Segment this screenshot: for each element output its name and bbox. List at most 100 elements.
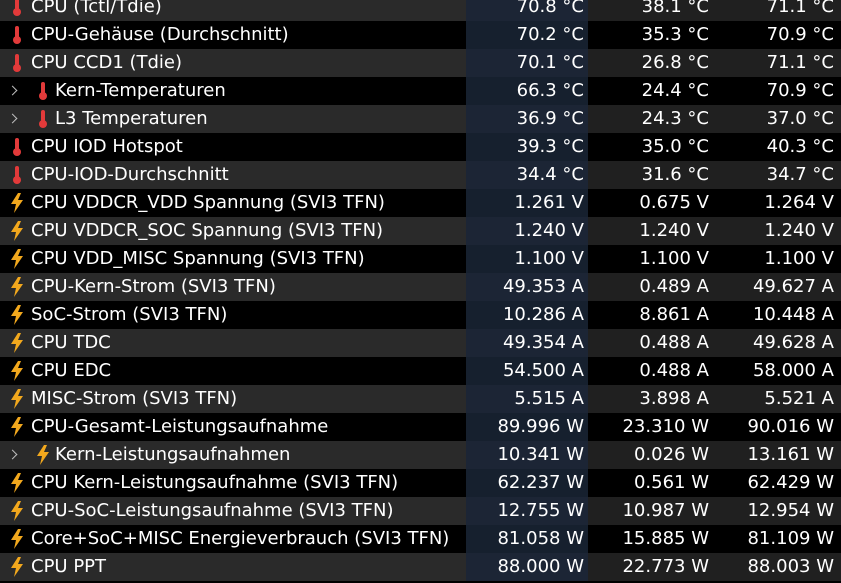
thermometer-icon [10, 133, 24, 161]
sensor-row[interactable]: CPU EDC 54.500 A 0.488 A 58.000 A [0, 357, 841, 385]
bolt-icon [10, 329, 24, 357]
sensor-row[interactable]: CPU IOD Hotspot 39.3 °C 35.0 °C 40.3 °C [0, 133, 841, 161]
sensor-label: Kern-Temperaturen [55, 80, 226, 101]
sensor-label-cell: CPU VDD_MISC Spannung (SVI3 TFN) [0, 245, 466, 273]
maximum-value: 13.161 W [747, 444, 834, 465]
sensor-label: CPU PPT [31, 556, 107, 577]
sensor-label: CPU-Gehäuse (Durchschnitt) [31, 24, 289, 45]
sensor-row[interactable]: SoC-Strom (SVI3 TFN) 10.286 A 8.861 A 10.44… [0, 301, 841, 329]
sensor-row[interactable]: CPU (Tctl/Tdie) 70.8 °C 38.1 °C 71.1 °C [0, 0, 841, 21]
thermometer-icon [10, 0, 24, 21]
sensor-label-cell: CPU-SoC-Leistungsaufnahme (SVI3 TFN) [0, 497, 466, 525]
thermometer-icon [10, 21, 24, 49]
current-value: 88.000 W [497, 556, 584, 577]
sensor-row[interactable]: MISC-Strom (SVI3 TFN) 5.515 A 3.898 A 5.521… [0, 385, 841, 413]
current-value: 70.8 °C [516, 0, 584, 17]
sensor-label: Kern-Leistungsaufnahmen [55, 444, 291, 465]
sensor-label-cell: SoC-Strom (SVI3 TFN) [0, 301, 466, 329]
sensor-label-cell: CPU-Gehäuse (Durchschnitt) [0, 21, 466, 49]
sensor-row[interactable]: CPU-Gehäuse (Durchschnitt) 70.2 °C 35.3 °C… [0, 21, 841, 49]
expand-chevron-icon[interactable] [6, 441, 20, 469]
sensor-row[interactable]: Kern-Leistungsaufnahmen 10.341 W 0.026 W 13… [0, 441, 841, 469]
bolt-icon [10, 413, 24, 441]
sensor-row[interactable]: CPU CCD1 (Tdie) 70.1 °C 26.8 °C 71.1 °C [0, 49, 841, 77]
maximum-value: 90.016 W [747, 416, 834, 437]
bolt-icon [10, 273, 24, 301]
sensor-row[interactable]: CPU-Kern-Strom (SVI3 TFN) 49.353 A 0.489 A… [0, 273, 841, 301]
maximum-value: 49.627 A [752, 276, 834, 297]
bolt-icon [10, 189, 24, 217]
thermometer-icon [36, 105, 50, 133]
current-value: 1.240 V [514, 220, 584, 241]
current-value: 66.3 °C [516, 80, 584, 101]
sensor-row[interactable]: CPU VDDCR_SOC Spannung (SVI3 TFN) 1.240 V… [0, 217, 841, 245]
sensor-row[interactable]: Core+SoC+MISC Energieverbrauch (SVI3 TFN… [0, 525, 841, 553]
sensor-row[interactable]: CPU TDC 49.354 A 0.488 A 49.628 A [0, 329, 841, 357]
maximum-value: 88.003 W [747, 556, 834, 577]
current-value: 34.4 °C [516, 164, 584, 185]
maximum-value: 1.264 V [764, 192, 834, 213]
maximum-value: 71.1 °C [766, 0, 834, 17]
thermometer-icon [10, 49, 24, 77]
expand-chevron-icon[interactable] [6, 77, 20, 105]
sensor-label-cell: CPU CCD1 (Tdie) [0, 49, 466, 77]
sensor-row[interactable]: CPU-IOD-Durchschnitt 34.4 °C 31.6 °C 34.7 °… [0, 161, 841, 189]
sensor-row[interactable]: CPU-SoC-Leistungsaufnahme (SVI3 TFN) 12.7… [0, 497, 841, 525]
sensor-row[interactable]: CPU VDDCR_VDD Spannung (SVI3 TFN) 1.261 V… [0, 189, 841, 217]
sensor-label: CPU EDC [31, 360, 112, 381]
sensor-label: CPU-Gesamt-Leistungsaufnahme [31, 416, 329, 437]
current-value: 36.9 °C [516, 108, 584, 129]
current-value: 5.515 A [514, 388, 584, 409]
sensor-label: MISC-Strom (SVI3 TFN) [31, 388, 238, 409]
minimum-value: 24.4 °C [641, 80, 709, 101]
current-value: 1.100 V [514, 248, 584, 269]
minimum-value: 24.3 °C [641, 108, 709, 129]
minimum-value: 10.987 W [622, 500, 709, 521]
sensor-label: Core+SoC+MISC Energieverbrauch (SVI3 TFN… [31, 528, 450, 549]
maximum-value: 10.448 A [752, 304, 834, 325]
current-value: 89.996 W [497, 416, 584, 437]
maximum-value: 37.0 °C [766, 108, 834, 129]
sensor-row[interactable]: CPU VDD_MISC Spannung (SVI3 TFN) 1.100 V 1… [0, 245, 841, 273]
minimum-value: 35.3 °C [641, 24, 709, 45]
sensor-label-cell: CPU-Kern-Strom (SVI3 TFN) [0, 273, 466, 301]
bolt-icon [10, 217, 24, 245]
current-value: 81.058 W [497, 528, 584, 549]
sensor-label-cell: Kern-Leistungsaufnahmen [0, 441, 466, 469]
minimum-value: 23.310 W [622, 416, 709, 437]
sensor-row[interactable]: CPU PPT 88.000 W 22.773 W 88.003 W [0, 553, 841, 581]
sensor-label-cell: CPU (Tctl/Tdie) [0, 0, 466, 21]
bolt-icon [36, 441, 50, 469]
bolt-icon [10, 525, 24, 553]
thermometer-icon [36, 77, 50, 105]
minimum-value: 0.488 A [639, 332, 709, 353]
bolt-icon [10, 357, 24, 385]
sensor-label: CPU TDC [31, 332, 111, 353]
sensor-label: CPU VDDCR_SOC Spannung (SVI3 TFN) [31, 220, 384, 241]
minimum-value: 22.773 W [622, 556, 709, 577]
sensor-row[interactable]: CPU Kern-Leistungsaufnahme (SVI3 TFN) 62.… [0, 469, 841, 497]
maximum-value: 1.100 V [764, 248, 834, 269]
maximum-value: 81.109 W [747, 528, 834, 549]
maximum-value: 40.3 °C [766, 136, 834, 157]
current-value: 70.2 °C [516, 24, 584, 45]
expand-chevron-icon[interactable] [6, 105, 20, 133]
sensor-label: CPU VDDCR_VDD Spannung (SVI3 TFN) [31, 192, 385, 213]
bolt-icon [10, 245, 24, 273]
sensor-label: L3 Temperaturen [55, 108, 208, 129]
current-value: 54.500 A [502, 360, 584, 381]
sensor-row[interactable]: CPU-Gesamt-Leistungsaufnahme 89.996 W 23.3… [0, 413, 841, 441]
minimum-value: 0.561 W [633, 472, 709, 493]
sensor-label: CPU-IOD-Durchschnitt [31, 164, 229, 185]
maximum-value: 71.1 °C [766, 52, 834, 73]
sensor-label-cell: CPU EDC [0, 357, 466, 385]
current-value: 10.286 A [502, 304, 584, 325]
sensor-label-cell: CPU IOD Hotspot [0, 133, 466, 161]
sensor-row[interactable]: Kern-Temperaturen 66.3 °C 24.4 °C 70.9 °C [0, 77, 841, 105]
sensor-label-cell: Kern-Temperaturen [0, 77, 466, 105]
minimum-value: 0.488 A [639, 360, 709, 381]
minimum-value: 0.675 V [639, 192, 709, 213]
sensor-label-cell: CPU VDDCR_VDD Spannung (SVI3 TFN) [0, 189, 466, 217]
sensor-row[interactable]: L3 Temperaturen 36.9 °C 24.3 °C 37.0 °C [0, 105, 841, 133]
sensor-label-cell: CPU TDC [0, 329, 466, 357]
